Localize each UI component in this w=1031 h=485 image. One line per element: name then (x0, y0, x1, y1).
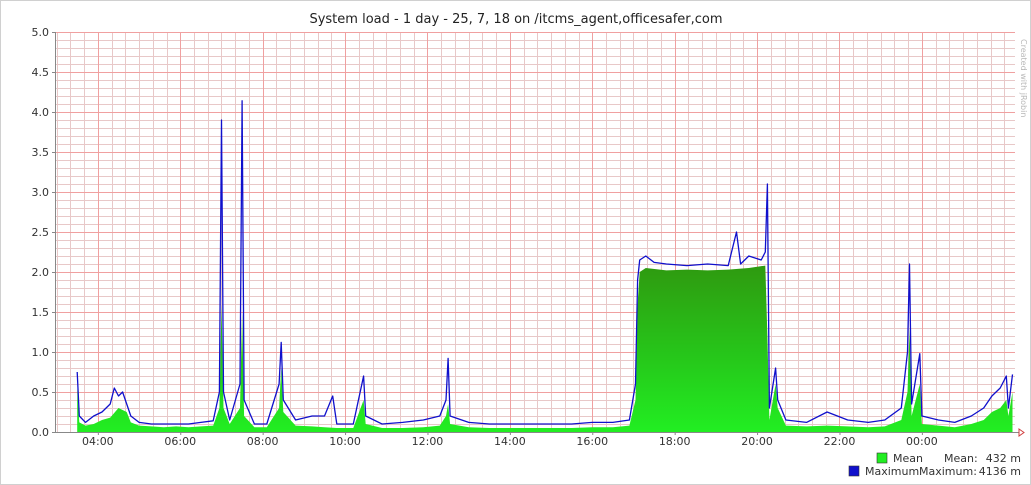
y-tick-label: 4.5 (32, 66, 50, 79)
legend-maximum-summary-label: Maximum: (919, 465, 977, 478)
chart-title: System load - 1 day - 25, 7, 18 on /itcm… (309, 12, 722, 27)
x-tick-label: 00:00 (906, 435, 938, 448)
y-tick-label: 2.5 (32, 226, 50, 239)
y-tick-label: 1.0 (32, 346, 50, 359)
y-tick-label: 1.5 (32, 306, 50, 319)
x-tick-label: 20:00 (741, 435, 773, 448)
x-axis-arrow (1018, 428, 1025, 437)
x-tick-label: 12:00 (412, 435, 444, 448)
y-tick-label: 3.5 (32, 146, 50, 159)
x-tick-label: 08:00 (247, 435, 279, 448)
chart-window: System load - 1 day - 25, 7, 18 on /itcm… (0, 0, 1031, 485)
y-tick-label: 0.0 (32, 426, 50, 439)
legend-mean-swatch (876, 452, 888, 464)
x-tick-label: 18:00 (659, 435, 691, 448)
x-tick-label: 22:00 (824, 435, 856, 448)
jrobin-watermark: Created with jRobin (1019, 39, 1028, 117)
y-tick-label: 4.0 (32, 106, 50, 119)
legend-maximum-summary-value: 4136 m (979, 465, 1021, 478)
legend-maximum-swatch (848, 465, 860, 477)
legend-maximum-name: Maximum (865, 465, 919, 478)
x-tick-label: 14:00 (494, 435, 526, 448)
legend-mean-name: Mean (893, 452, 923, 465)
y-tick-label: 5.0 (32, 26, 50, 39)
x-tick-label: 06:00 (164, 435, 196, 448)
y-tick-label: 3.0 (32, 186, 50, 199)
chart-canvas: System load - 1 day - 25, 7, 18 on /itcm… (32, 12, 1029, 478)
x-tick-label: 04:00 (82, 435, 114, 448)
grid (55, 32, 1015, 433)
y-tick-label: 0.5 (32, 386, 50, 399)
legend-mean-summary-label: Mean: (944, 452, 978, 465)
x-tick-label: 10:00 (329, 435, 361, 448)
x-tick-label: 16:00 (576, 435, 608, 448)
y-tick-label: 2.0 (32, 266, 50, 279)
legend-mean-summary-value: 432 m (986, 452, 1021, 465)
legend: Mean Mean: 432 m Maximum Maximum: 4136 m (848, 452, 1021, 478)
